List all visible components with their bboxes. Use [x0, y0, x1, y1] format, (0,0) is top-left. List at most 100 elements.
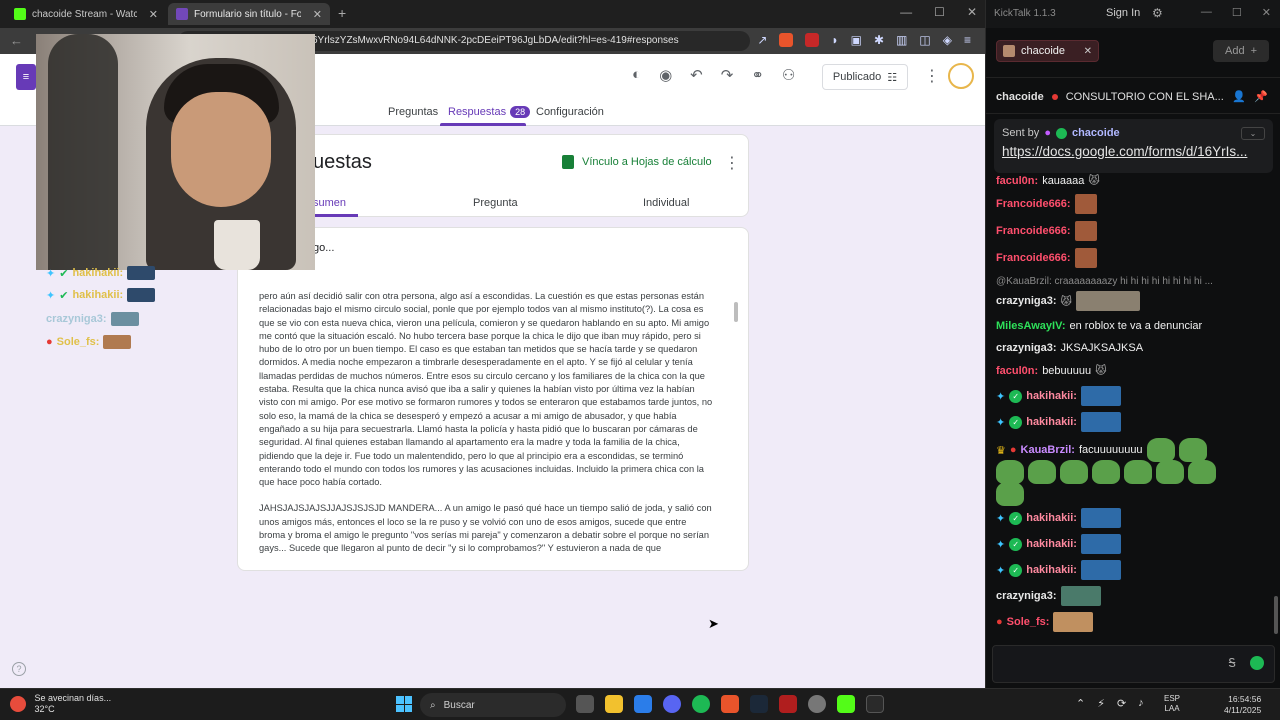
maximize-icon[interactable]: ☐ — [934, 5, 945, 19]
translate-icon[interactable]: Ꭶ — [1228, 656, 1236, 671]
weather-widget[interactable]: Se avecinan días... 32°C — [10, 693, 111, 715]
bing-icon[interactable] — [634, 695, 652, 713]
reply-preview[interactable]: @KauaBrzil: craaaaaaaazy hi hi hi hi hi … — [996, 276, 1213, 287]
chevron-down-icon[interactable]: ⌄ — [1241, 127, 1265, 140]
obs-icon[interactable] — [808, 695, 826, 713]
tab-pregunta[interactable]: Pregunta — [473, 197, 518, 209]
answers-list[interactable]: pero aún así decidió salir con otra pers… — [259, 290, 715, 558]
chat-username[interactable]: crazyniga3: — [996, 295, 1057, 307]
tab-individual[interactable]: Individual — [643, 197, 689, 209]
file-explorer-icon[interactable] — [605, 695, 623, 713]
chat-username[interactable]: crazyniga3: — [996, 590, 1057, 602]
brave-icon[interactable] — [721, 695, 739, 713]
more-options-icon[interactable]: ⋮ — [924, 66, 940, 86]
chat-username[interactable]: Francoide666: — [996, 252, 1071, 264]
tab-google-form[interactable]: Formulario sin título - Formulario ✕ — [168, 3, 330, 25]
sidebar-icon[interactable]: ▥ — [896, 33, 907, 47]
epic-games-icon[interactable] — [866, 695, 884, 713]
chat-username[interactable]: Francoide666: — [996, 198, 1071, 210]
chat-username[interactable]: hakihakii: — [1026, 390, 1077, 402]
gear-icon[interactable]: ⚙ — [1152, 6, 1163, 20]
minimize-icon[interactable]: — — [1201, 6, 1212, 19]
pin-icon[interactable]: 📌 — [1254, 90, 1268, 103]
taskbar-search[interactable]: ⌕ Buscar — [420, 693, 566, 717]
scrollbar[interactable] — [734, 302, 738, 322]
kicktalk-icon[interactable] — [837, 695, 855, 713]
chat-username[interactable]: hakihakii: — [1026, 512, 1077, 524]
pinned-username[interactable]: chacoide — [1072, 127, 1120, 139]
forms-logo-icon[interactable]: ≡ — [16, 64, 36, 90]
weather-temp: 32°C — [34, 704, 55, 714]
app-icon[interactable] — [779, 695, 797, 713]
tab-resumen[interactable]: sumen — [313, 197, 346, 209]
chat-username[interactable]: hakihakii: — [1026, 538, 1077, 550]
chat-username[interactable]: crazyniga3: — [996, 342, 1057, 354]
search-placeholder: Buscar — [443, 699, 475, 711]
brave-shield-icon[interactable] — [779, 33, 794, 47]
sword-icon: ✦ — [996, 564, 1006, 577]
close-tab-icon[interactable]: ✕ — [149, 8, 158, 21]
help-icon[interactable]: ? — [12, 662, 26, 676]
chevron-up-icon[interactable]: ⌃ — [1076, 697, 1085, 710]
close-icon[interactable]: ✕ — [967, 5, 977, 19]
chat-username[interactable]: hakihakii: — [1026, 564, 1077, 576]
screenshot-icon[interactable]: ▣ — [851, 33, 862, 47]
share-icon[interactable]: ↗ — [757, 33, 767, 47]
close-tab-icon[interactable]: ✕ — [313, 8, 322, 21]
start-button[interactable] — [396, 696, 412, 712]
preview-eye-icon[interactable]: ◉ — [659, 66, 672, 84]
undo-icon[interactable]: ↶ — [690, 66, 703, 84]
chat-username[interactable]: hakihakii: — [1026, 416, 1077, 428]
close-icon[interactable]: ✕ — [1262, 6, 1271, 19]
network-icon[interactable]: ⚡ — [1097, 697, 1105, 710]
sync-icon[interactable]: ⟳ — [1117, 697, 1126, 710]
emote-picker-icon[interactable] — [1250, 656, 1264, 670]
new-tab-button[interactable]: + — [338, 5, 346, 21]
discord-icon[interactable] — [663, 695, 681, 713]
translate-icon[interactable]: ◗ — [831, 33, 838, 47]
chat-username[interactable]: facul0n: — [996, 175, 1038, 187]
add-collaborator-icon[interactable]: ⚇ — [782, 66, 795, 84]
back-icon[interactable]: ← — [10, 33, 23, 48]
pinned-link[interactable]: https://docs.google.com/forms/d/16YrIs..… — [1002, 144, 1265, 159]
wallet-icon[interactable]: ◫ — [919, 33, 930, 47]
link-icon[interactable]: ⚭ — [751, 66, 764, 84]
mouse-cursor-icon: ➤ — [708, 616, 719, 631]
chat-username[interactable]: KauaBrzil: — [1021, 444, 1075, 456]
user-icon[interactable]: 👤 — [1232, 90, 1246, 103]
rewards-icon[interactable] — [805, 33, 820, 47]
chat-username[interactable]: MilesAwayIV: — [996, 320, 1066, 332]
chat-username[interactable]: Francoide666: — [996, 225, 1071, 237]
sign-in-button[interactable]: Sign In — [1106, 7, 1140, 19]
tab-preguntas[interactable]: Preguntas — [388, 106, 438, 118]
vpn-icon[interactable]: ◈ — [943, 33, 952, 47]
task-view-icon[interactable] — [576, 695, 594, 713]
chat-username[interactable]: facul0n: — [996, 365, 1038, 377]
close-tab-icon[interactable]: ✕ — [1084, 46, 1092, 57]
tab-configuracion[interactable]: Configuración — [536, 106, 604, 118]
channel-tab-chacoide[interactable]: chacoide ✕ — [996, 40, 1099, 62]
more-options-icon[interactable]: ⋮ — [724, 153, 740, 173]
tab-kick-stream[interactable]: chacoide Stream - Watch Live on ✕ — [6, 3, 166, 25]
spotify-icon[interactable] — [692, 695, 710, 713]
webcam-overlay — [36, 34, 315, 270]
maximize-icon[interactable]: ☐ — [1232, 6, 1242, 19]
chat-input[interactable]: Ꭶ — [992, 645, 1275, 683]
streamer-name[interactable]: chacoide — [996, 91, 1044, 103]
chat-scrollbar[interactable] — [1274, 596, 1278, 634]
add-channel-button[interactable]: Add + — [1213, 40, 1269, 62]
language-indicator[interactable]: ESP LAA — [1164, 694, 1180, 714]
palette-icon[interactable]: ◐ — [632, 66, 641, 84]
redo-icon[interactable]: ↷ — [721, 66, 734, 84]
chat-username[interactable]: Sole_fs: — [1007, 616, 1050, 628]
mic-icon[interactable]: ♪ — [1138, 697, 1144, 710]
minimize-icon[interactable]: — — [900, 5, 912, 19]
menu-icon[interactable]: ≡ — [964, 33, 971, 47]
steam-icon[interactable] — [750, 695, 768, 713]
tab-respuestas[interactable]: Respuestas 28 — [448, 106, 531, 118]
avatar[interactable] — [948, 63, 974, 89]
sheets-link-button[interactable]: Vínculo a Hojas de cálculo — [562, 155, 712, 169]
published-button[interactable]: Publicado ☷ — [822, 64, 908, 90]
clock[interactable]: 16:54:56 4/11/2025 — [1224, 694, 1261, 716]
extensions-icon[interactable]: ✱ — [874, 33, 884, 47]
